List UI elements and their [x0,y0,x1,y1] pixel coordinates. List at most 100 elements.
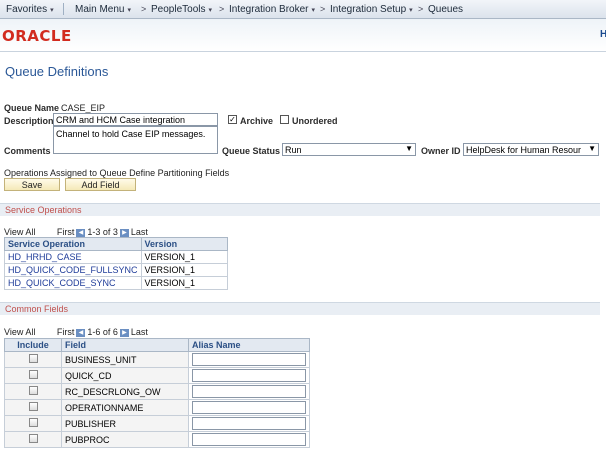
table-header-row: Include Field Alias Name [4,338,310,352]
chevron-down-icon: ▾ [50,7,54,14]
alias-name-input[interactable] [192,385,306,398]
integration-setup-label: Integration Setup [330,4,407,15]
next-icon[interactable]: ▶ [119,328,129,337]
common-fields-grid-nav: View All First ◀ 1-6 of 6 ▶ Last [4,327,148,337]
alias-cell [188,383,310,400]
service-operations-grid-nav: View All First ◀ 1-3 of 3 ▶ Last [4,227,148,237]
service-operation-link[interactable]: HD_QUICK_CODE_SYNC [4,276,142,290]
alias-name-input[interactable] [192,433,306,446]
owner-id-select[interactable]: HelpDesk for Human Resour ▼ [463,143,599,156]
page-title: Queue Definitions [5,64,109,79]
field-cell: QUICK_CD [61,367,189,384]
include-checkbox[interactable] [28,354,38,363]
next-icon[interactable]: ▶ [119,228,129,237]
save-button[interactable]: Save [4,178,60,191]
archive-checkbox[interactable]: ✓ [228,115,237,124]
column-header: Version [140,237,229,251]
alias-cell [188,367,310,384]
oracle-logo: ORACLE [2,27,72,45]
chevron-down-icon: ▾ [409,7,413,14]
table-row: HD_HRHD_CASE VERSION_1 [4,250,229,264]
prev-icon[interactable]: ◀ [76,228,86,237]
main-menu[interactable]: Main Menu ▾ [75,4,131,15]
breadcrumb-peopletools[interactable]: PeopleTools ▾ [151,4,212,15]
queue-name-label: Queue Name [4,103,60,113]
breadcrumb-separator-icon: > [141,4,147,14]
include-cell [4,383,62,400]
alias-name-input[interactable] [192,401,306,414]
common-fields-title: Common Fields [5,304,69,314]
favorites-label: Favorites [6,4,48,15]
last-label: Last [130,327,148,337]
nav-divider [63,3,64,15]
table-row: PUBLISHER [4,415,310,432]
view-all-link[interactable]: View All [4,327,35,337]
table-row: BUSINESS_UNIT [4,351,310,368]
table-row: RC_DESCRLONG_OW [4,383,310,400]
first-label: First [56,227,75,237]
include-cell [4,367,62,384]
owner-id-label: Owner ID [421,146,461,156]
field-cell: OPERATIONNAME [61,399,189,416]
dropdown-arrow-icon: ▼ [405,144,413,153]
alias-name-input[interactable] [192,353,306,366]
service-operations-title: Service Operations [5,205,82,215]
include-checkbox[interactable] [28,386,38,395]
alias-cell [188,415,310,432]
table-row: HD_QUICK_CODE_FULLSYNC VERSION_1 [4,263,229,277]
row-range: 1-3 of 3 [87,227,118,237]
field-cell: PUBPROC [61,431,189,448]
top-nav-bar: Favorites ▾ Main Menu ▾ > PeopleTools ▾ > I… [0,0,606,19]
column-header: Alias Name [188,338,310,352]
include-checkbox[interactable] [28,434,38,443]
include-checkbox[interactable] [28,370,38,379]
column-header: Include [4,338,62,352]
comments-textarea[interactable]: Channel to hold Case EIP messages. [53,126,218,154]
field-cell: BUSINESS_UNIT [61,351,189,368]
alias-cell [188,399,310,416]
last-label: Last [130,227,148,237]
include-checkbox[interactable] [28,402,38,411]
chevron-down-icon: ▾ [208,7,212,14]
include-checkbox[interactable] [28,418,38,427]
version-cell: VERSION_1 [140,276,229,290]
archive-label: Archive [240,116,274,126]
peopletools-label: PeopleTools [151,4,206,15]
alias-cell [188,431,310,448]
description-input[interactable]: CRM and HCM Case integration [53,113,218,126]
breadcrumb-queues[interactable]: Queues [428,4,463,15]
owner-id-value: HelpDesk for Human Resour [466,145,582,155]
queue-status-select[interactable]: Run ▼ [282,143,416,156]
column-header: Service Operation [4,237,142,251]
field-cell: PUBLISHER [61,415,189,432]
description-label: Description [4,116,54,126]
view-all-link[interactable]: View All [4,227,35,237]
first-label: First [56,327,75,337]
include-cell [4,351,62,368]
breadcrumb-integration-setup[interactable]: Integration Setup ▾ [330,4,413,15]
favorites-menu[interactable]: Favorites ▾ [6,4,54,15]
queue-status-value: Run [285,145,302,155]
alias-name-input[interactable] [192,417,306,430]
header-link[interactable]: H [600,29,606,40]
row-range: 1-6 of 6 [87,327,118,337]
service-operation-link[interactable]: HD_HRHD_CASE [4,250,142,264]
integration-broker-label: Integration Broker [229,4,309,15]
unordered-checkbox[interactable] [280,115,289,124]
prev-icon[interactable]: ◀ [76,328,86,337]
chevron-down-icon: ▾ [311,7,316,14]
add-field-button[interactable]: Add Field [65,178,136,191]
breadcrumb-integration-broker[interactable]: Integration Broker ▾ [229,4,315,15]
common-fields-section-header: Common Fields [0,302,600,315]
service-operation-link[interactable]: HD_QUICK_CODE_FULLSYNC [4,263,142,277]
breadcrumb-separator-icon: > [320,4,326,14]
include-cell [4,431,62,448]
version-cell: VERSION_1 [140,263,229,277]
table-row: PUBPROC [4,431,310,448]
chevron-down-icon: ▾ [127,7,131,14]
queue-status-label: Queue Status [222,146,281,156]
common-fields-table: Include Field Alias Name BUSINESS_UNIT Q… [4,338,310,448]
table-header-row: Service Operation Version [4,237,229,251]
service-operations-table: Service Operation Version HD_HRHD_CASE V… [4,237,229,290]
alias-name-input[interactable] [192,369,306,382]
